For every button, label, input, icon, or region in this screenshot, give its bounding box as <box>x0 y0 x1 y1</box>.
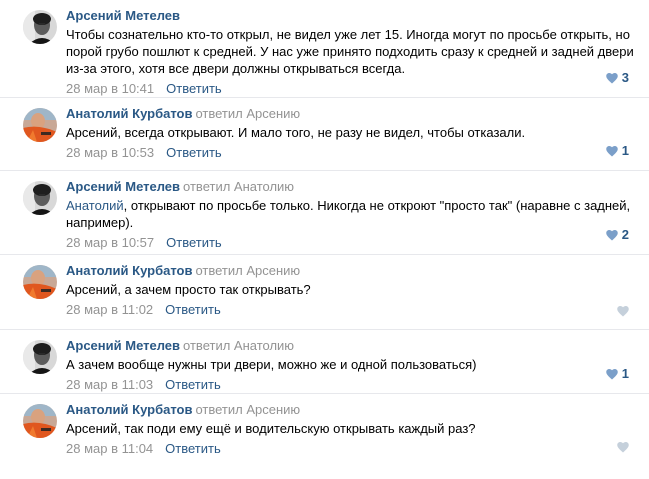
comment-text-content: Чтобы сознательно кто-то открыл, не виде… <box>66 27 634 76</box>
comment-text-content: Арсений, так поди ему ещё и водительскую… <box>66 421 476 436</box>
comment-meta: 28 мар в 11:04 Ответить <box>66 441 629 457</box>
comment-header: Арсений Метелев ответил Анатолию <box>66 179 629 195</box>
like-count: 1 <box>621 366 629 381</box>
comment-text-content: А зачем вообще нужны три двери, можно же… <box>66 357 477 372</box>
comment-header: Анатолий Курбатов ответил Арсению <box>66 106 629 122</box>
comment-text-content: , открывают по просьбе только. Никогда н… <box>66 198 631 230</box>
avatar[interactable] <box>23 404 57 438</box>
comment-text: Арсений, всегда открывают. И мало того, … <box>66 124 634 141</box>
author-name[interactable]: Анатолий Курбатов <box>66 402 192 417</box>
author-name[interactable]: Арсений Метелев <box>66 338 180 353</box>
comment-header: Арсений Метелев ответил Анатолию <box>66 338 629 354</box>
like-button[interactable] <box>617 442 629 453</box>
heart-icon <box>606 368 618 380</box>
avatar[interactable] <box>23 181 57 215</box>
like-button[interactable]: 2 <box>606 228 629 242</box>
reply-button[interactable]: Ответить <box>165 377 221 392</box>
reply-button[interactable]: Ответить <box>166 145 222 160</box>
author-name[interactable]: Арсений Метелев <box>66 179 180 194</box>
comment-header: Анатолий Курбатов ответил Арсению <box>66 402 629 418</box>
comment-body: Анатолий Курбатов ответил Арсению Арсений,… <box>66 106 629 161</box>
comment-date[interactable]: 28 мар в 11:04 <box>66 441 153 456</box>
comment-meta: 28 мар в 11:03 Ответить <box>66 377 629 393</box>
heart-icon <box>606 229 618 241</box>
comment-item: Арсений Метелев Чтобы сознательно кто-то … <box>0 0 649 98</box>
author-name[interactable]: Анатолий Курбатов <box>66 106 192 121</box>
comment-item: Арсений Метелев ответил Анатолию А зачем в… <box>0 330 649 394</box>
comment-thread: Арсений Метелев Чтобы сознательно кто-то … <box>0 0 649 465</box>
like-button[interactable]: 1 <box>606 144 629 158</box>
comment-item: Анатолий Курбатов ответил Арсению Арсений,… <box>0 394 649 465</box>
comment-meta: 28 мар в 10:57 Ответить <box>66 235 629 251</box>
comment-item: Анатолий Курбатов ответил Арсению Арсений,… <box>0 255 649 330</box>
comment-body: Арсений Метелев ответил Анатолию Анатолий,… <box>66 179 630 251</box>
mention-link[interactable]: Анатолий <box>66 198 124 213</box>
comment-body: Анатолий Курбатов ответил Арсению Арсений,… <box>66 263 629 318</box>
comment-text: А зачем вообще нужны три двери, можно же… <box>66 356 634 373</box>
comment-date[interactable]: 28 мар в 11:03 <box>66 377 153 392</box>
reply-to-label: ответил Арсению <box>195 263 301 278</box>
reply-to-label: ответил Арсению <box>195 402 301 417</box>
comment-meta: 28 мар в 10:53 Ответить <box>66 145 629 161</box>
avatar[interactable] <box>23 10 57 44</box>
reply-button[interactable]: Ответить <box>165 441 221 456</box>
comment-text: Анатолий, открывают по просьбе только. Н… <box>66 197 634 231</box>
comment-text: Арсений, а зачем просто так открывать? <box>66 281 634 298</box>
comment-header: Анатолий Курбатов ответил Арсению <box>66 263 629 279</box>
comment-body: Арсений Метелев Чтобы сознательно кто-то … <box>66 8 634 97</box>
heart-icon <box>617 306 629 317</box>
author-name[interactable]: Анатолий Курбатов <box>66 263 192 278</box>
heart-icon <box>617 442 629 453</box>
comment-meta: 28 мар в 11:02 Ответить <box>66 302 629 318</box>
comment-body: Анатолий Курбатов ответил Арсению Арсений,… <box>66 402 629 457</box>
comment-item: Арсений Метелев ответил Анатолию Анатолий,… <box>0 171 649 255</box>
like-button[interactable]: 1 <box>606 367 629 381</box>
like-button[interactable] <box>617 306 629 317</box>
reply-to-label: ответил Анатолию <box>183 338 295 353</box>
comment-date[interactable]: 28 мар в 11:02 <box>66 302 153 317</box>
reply-button[interactable]: Ответить <box>166 81 222 96</box>
comment-text-content: Арсений, всегда открывают. И мало того, … <box>66 125 526 140</box>
like-count: 2 <box>621 227 629 242</box>
comment-date[interactable]: 28 мар в 10:41 <box>66 81 154 96</box>
like-count: 1 <box>621 143 629 158</box>
comment-header: Арсений Метелев <box>66 8 629 24</box>
comment-item: Анатолий Курбатов ответил Арсению Арсений,… <box>0 98 649 171</box>
heart-icon <box>606 72 618 84</box>
comment-meta: 28 мар в 10:41 Ответить <box>66 81 629 97</box>
comment-date[interactable]: 28 мар в 10:57 <box>66 235 154 250</box>
reply-to-label: ответил Арсению <box>195 106 301 121</box>
comment-text: Чтобы сознательно кто-то открыл, не виде… <box>66 26 634 77</box>
comment-text: Арсений, так поди ему ещё и водительскую… <box>66 420 634 437</box>
reply-button[interactable]: Ответить <box>165 302 221 317</box>
avatar[interactable] <box>23 108 57 142</box>
author-name[interactable]: Арсений Метелев <box>66 8 180 23</box>
comment-body: Арсений Метелев ответил Анатолию А зачем в… <box>66 338 629 393</box>
comment-date[interactable]: 28 мар в 10:53 <box>66 145 154 160</box>
comment-text-content: Арсений, а зачем просто так открывать? <box>66 282 311 297</box>
reply-button[interactable]: Ответить <box>166 235 222 250</box>
avatar[interactable] <box>23 340 57 374</box>
heart-icon <box>606 145 618 157</box>
like-count: 3 <box>621 70 629 85</box>
like-button[interactable]: 3 <box>606 71 629 85</box>
reply-to-label: ответил Анатолию <box>183 179 295 194</box>
avatar[interactable] <box>23 265 57 299</box>
